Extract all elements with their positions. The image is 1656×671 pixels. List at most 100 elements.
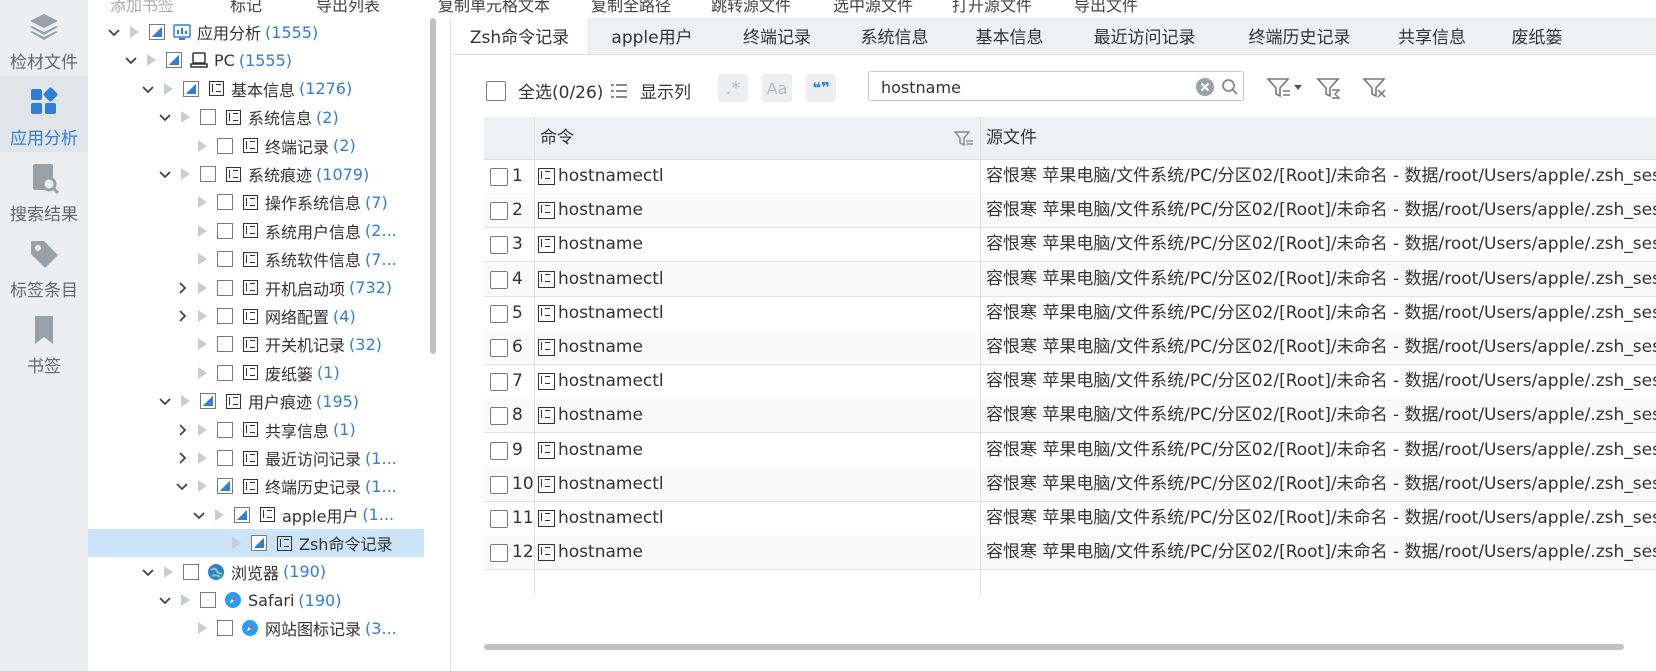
column-filter-icon[interactable] [954, 130, 974, 148]
chevron-right-icon[interactable] [174, 422, 190, 438]
table-row[interactable]: 11 hostnamectl 容恨寒 苹果电脑/文件系统/PC/分区02/[Root… [484, 501, 1656, 536]
cell-source-file[interactable]: 容恨寒 苹果电脑/文件系统/PC/分区02/[Root]/未命名 - 数据/ro… [986, 535, 1656, 571]
cell-source-file[interactable]: 容恨寒 苹果电脑/文件系统/PC/分区02/[Root]/未命名 - 数据/ro… [986, 159, 1656, 195]
tree-checkbox[interactable] [149, 24, 165, 40]
search-icon[interactable] [1221, 78, 1239, 96]
filter-dropdown-icon[interactable] [1266, 76, 1306, 100]
tab-basic-info[interactable]: 基本信息 [952, 18, 1067, 54]
tree-node[interactable]: 终端记录 (2) [88, 132, 428, 160]
row-checkbox[interactable] [490, 407, 508, 426]
tree-checkbox[interactable] [217, 364, 233, 381]
cell-command[interactable]: hostname [558, 398, 643, 434]
tree-node[interactable]: 网站图标记录 (3... [88, 614, 428, 642]
tab-system-info[interactable]: 系统信息 [837, 18, 952, 54]
cell-command[interactable]: hostnamectl [558, 262, 664, 298]
cell-command[interactable]: hostnamectl [558, 467, 664, 503]
tree-node[interactable]: 系统痕迹 (1079) [88, 160, 428, 188]
chevron-down-icon[interactable] [174, 478, 190, 494]
chevron-right-icon[interactable] [174, 280, 190, 296]
rail-item-tags[interactable]: 标签条目 [0, 228, 88, 304]
menu-jump-source[interactable]: 跳转源文件 [711, 0, 791, 14]
tree-node[interactable]: PC (1555) [88, 46, 428, 74]
row-checkbox[interactable] [490, 270, 508, 289]
menu-open-source[interactable]: 打开源文件 [952, 0, 1032, 14]
match-case-toggle[interactable]: Aa [762, 74, 792, 102]
row-checkbox[interactable] [490, 475, 508, 494]
tree-node[interactable]: 用户痕迹 (195) [88, 387, 428, 415]
show-columns-button[interactable]: 显示列 [610, 78, 691, 103]
tree-node[interactable]: apple用户 (1... [88, 501, 428, 529]
row-checkbox[interactable] [490, 236, 508, 255]
cell-command[interactable]: hostnamectl [558, 501, 664, 537]
table-row[interactable]: 2 hostname 容恨寒 苹果电脑/文件系统/PC/分区02/[Root]/未命… [484, 193, 1656, 229]
tab-shared-info[interactable]: 共享信息 [1377, 18, 1487, 54]
column-divider[interactable] [980, 117, 981, 597]
col-header-source-file[interactable]: 源文件 [986, 117, 1037, 159]
tree-node[interactable]: 开机启动项 (732) [88, 274, 428, 302]
cell-command[interactable]: hostname [558, 330, 643, 366]
cell-command[interactable]: hostname [558, 227, 643, 263]
row-checkbox[interactable] [490, 544, 508, 563]
tree-node[interactable]: 废纸篓 (1) [88, 359, 428, 387]
cell-source-file[interactable]: 容恨寒 苹果电脑/文件系统/PC/分区02/[Root]/未命名 - 数据/ro… [986, 330, 1656, 366]
cell-source-file[interactable]: 容恨寒 苹果电脑/文件系统/PC/分区02/[Root]/未命名 - 数据/ro… [986, 398, 1656, 434]
rail-item-files[interactable]: 检材文件 [0, 0, 88, 76]
menu-copy-cell[interactable]: 复制单元格文本 [438, 0, 550, 14]
table-row[interactable]: 10 hostnamectl 容恨寒 苹果电脑/文件系统/PC/分区02/[Root… [484, 466, 1656, 503]
cell-command[interactable]: hostnamectl [558, 364, 664, 400]
menu-select-source[interactable]: 选中源文件 [833, 0, 913, 14]
cell-source-file[interactable]: 容恨寒 苹果电脑/文件系统/PC/分区02/[Root]/未命名 - 数据/ro… [986, 501, 1656, 537]
clear-icon[interactable] [1195, 77, 1215, 97]
cell-command[interactable]: hostname [558, 193, 643, 229]
tree-node[interactable]: Zsh命令记录 [88, 529, 424, 558]
filter-sum-icon[interactable] [1316, 76, 1342, 100]
menu-add-bookmark[interactable]: 添加书签 [110, 0, 174, 14]
column-divider[interactable] [534, 117, 535, 597]
tree-checkbox[interactable] [200, 393, 216, 410]
menu-copy-path[interactable]: 复制全路径 [591, 0, 671, 14]
tree-checkbox[interactable] [217, 279, 233, 296]
tree-node[interactable]: 系统软件信息 (7... [88, 245, 428, 273]
table-row[interactable]: 4 hostnamectl 容恨寒 苹果电脑/文件系统/PC/分区02/[Root]… [484, 261, 1656, 298]
tree-scrollbar[interactable] [430, 18, 436, 354]
table-row[interactable]: 6 hostname 容恨寒 苹果电脑/文件系统/PC/分区02/[Root]/未命… [484, 330, 1656, 365]
tree-checkbox[interactable] [200, 166, 216, 182]
select-all[interactable]: 全选(0/26) [486, 78, 603, 103]
tree-node[interactable]: Safari (190) [88, 586, 428, 614]
tree-checkbox[interactable] [217, 251, 233, 268]
tree-checkbox[interactable] [217, 222, 233, 239]
tree-checkbox[interactable] [217, 620, 233, 637]
tree-checkbox[interactable] [183, 80, 199, 97]
tree-checkbox[interactable] [200, 592, 216, 608]
tree-checkbox[interactable] [251, 535, 267, 552]
chevron-down-icon[interactable] [123, 52, 139, 68]
tab-terminal-history[interactable]: 终端历史记录 [1222, 18, 1377, 54]
select-all-checkbox[interactable] [486, 80, 506, 101]
tree-checkbox[interactable] [200, 109, 216, 126]
tab-apple-user[interactable]: apple用户 [587, 18, 717, 54]
tree-checkbox[interactable] [217, 478, 233, 495]
cell-command[interactable]: hostname [558, 535, 643, 571]
row-checkbox[interactable] [490, 510, 508, 528]
chevron-down-icon[interactable] [157, 592, 173, 608]
chevron-right-icon[interactable] [174, 308, 190, 324]
cell-source-file[interactable]: 容恨寒 苹果电脑/文件系统/PC/分区02/[Root]/未命名 - 数据/ro… [986, 296, 1656, 332]
tree-checkbox[interactable] [217, 421, 233, 438]
rail-item-app-analysis[interactable]: 应用分析 [0, 76, 88, 152]
cell-source-file[interactable]: 容恨寒 苹果电脑/文件系统/PC/分区02/[Root]/未命名 - 数据/ro… [986, 227, 1656, 263]
col-header-command[interactable]: 命令 [540, 117, 574, 159]
chevron-down-icon[interactable] [191, 507, 207, 523]
regex-toggle[interactable]: .* [718, 74, 748, 102]
tree-checkbox[interactable] [217, 336, 233, 353]
chevron-down-icon[interactable] [140, 81, 156, 97]
rail-item-bookmarks[interactable]: 书签 [0, 304, 88, 380]
cell-command[interactable]: hostnamectl [558, 296, 664, 332]
table-row[interactable]: 7 hostnamectl 容恨寒 苹果电脑/文件系统/PC/分区02/[Root]… [484, 364, 1656, 400]
tree-node[interactable]: 应用分析 (1555) [88, 18, 428, 46]
menu-export-file[interactable]: 导出文件 [1074, 0, 1138, 14]
row-checkbox[interactable] [490, 168, 508, 186]
chevron-down-icon[interactable] [140, 564, 156, 580]
row-checkbox[interactable] [490, 441, 508, 460]
cell-source-file[interactable]: 容恨寒 苹果电脑/文件系统/PC/分区02/[Root]/未命名 - 数据/ro… [986, 364, 1656, 400]
table-row[interactable]: 5 hostnamectl 容恨寒 苹果电脑/文件系统/PC/分区02/[Root]… [484, 296, 1656, 331]
